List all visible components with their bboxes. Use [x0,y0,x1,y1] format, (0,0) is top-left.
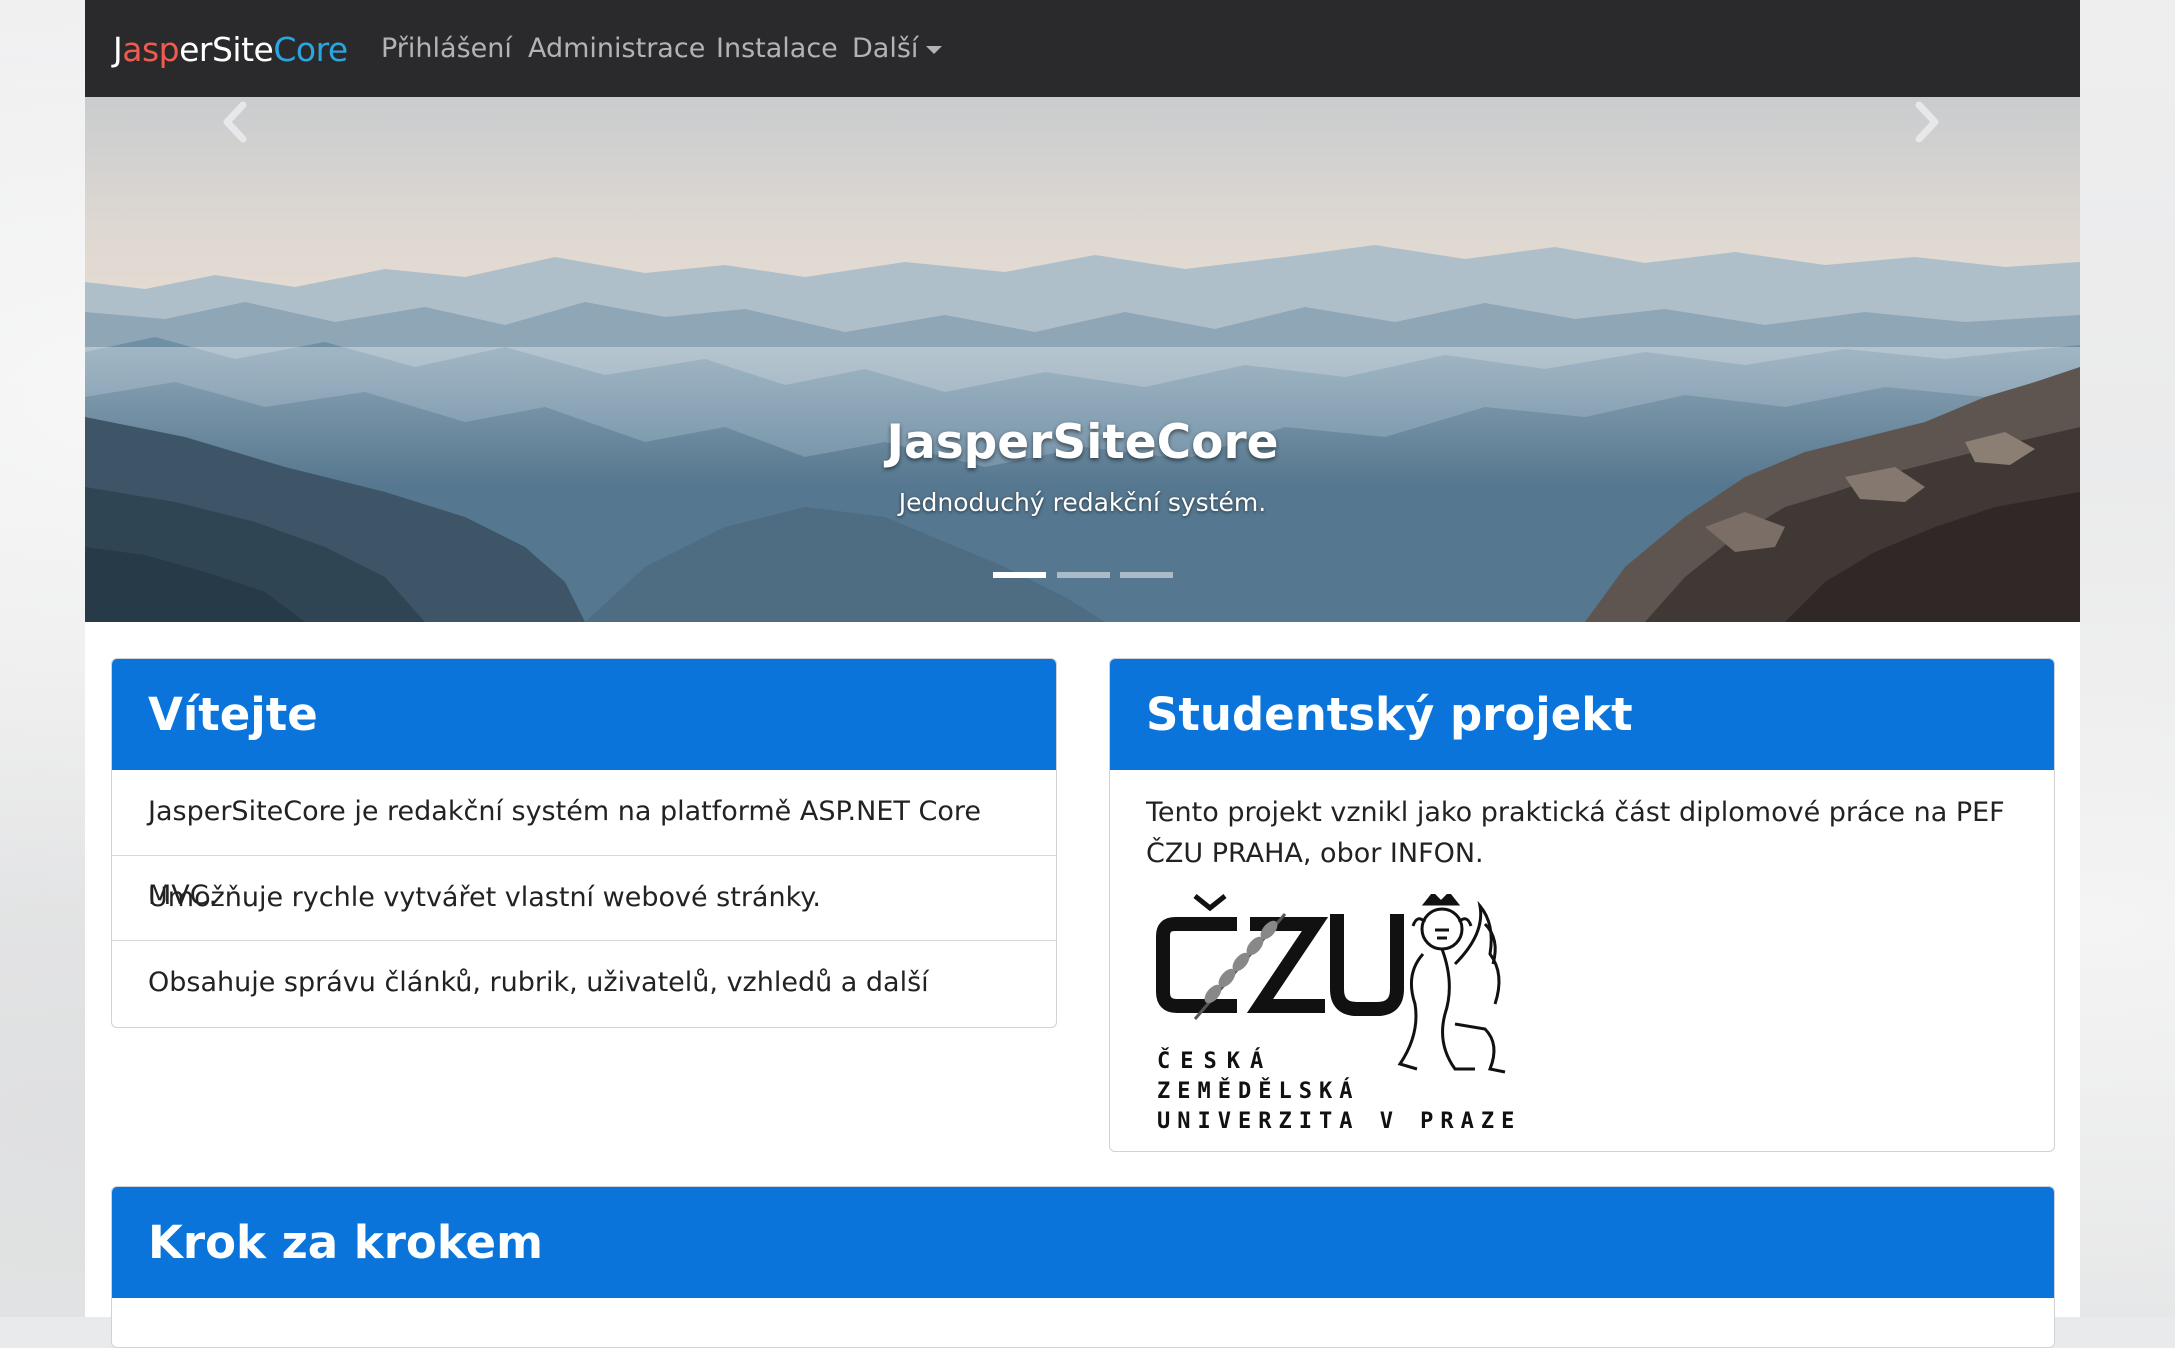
student-project-text: Tento projekt vznikl jako praktická část… [1146,797,2005,869]
welcome-list-item: Umožňuje rychle vytvářet vlastní webové … [112,855,1056,940]
czu-logo-u [1330,914,1404,1016]
hero-carousel: JasperSiteCore Jednoduchý redakční systé… [85,97,2080,622]
carousel-slide-image [85,97,2080,622]
welcome-panel-title: Vítejte [112,659,1056,770]
welcome-list-item: Obsahuje správu článků, rubrik, uživatel… [112,940,1056,1025]
carousel-title: JasperSiteCore [886,415,1279,470]
brand-part: J [113,30,123,69]
student-project-title: Studentský projekt [1110,659,2054,770]
czu-logo-hacek [1193,894,1227,912]
student-project-panel: Studentský projekt Tento projekt vznikl … [1109,658,2055,1152]
page-container: JasperSiteCore Přihlášení Administrace I… [85,0,2080,1348]
czu-logo-text-line3: UNIVERZITA V PRAZE [1157,1109,1521,1134]
czu-logo-text-line1: ČESKÁ [1157,1048,1273,1074]
brand-logo[interactable]: JasperSiteCore [113,30,348,70]
czu-logo-c [1156,917,1237,1013]
brand-part: Core [273,30,348,69]
nav-item-login[interactable]: Přihlášení [381,32,512,66]
czu-logo-text-line2: ZEMĚDĚLSKÁ [1157,1078,1359,1104]
navbar: JasperSiteCore Přihlášení Administrace I… [85,0,2080,97]
steps-panel-title: Krok za krokem [112,1187,2054,1298]
carousel-indicator-1[interactable] [993,572,1046,578]
carousel-subtitle: Jednoduchý redakční systém. [898,488,1267,517]
chevron-right-icon[interactable] [1907,97,1947,147]
lion-emblem-icon [1397,894,1506,1074]
nav-item-installation[interactable]: Instalace [716,32,838,66]
carousel-indicator-3[interactable] [1120,572,1173,578]
caret-down-icon [926,45,943,54]
nav-item-more-label: Další [852,33,919,64]
czu-logo: ČESKÁ ZEMĚDĚLSKÁ UNIVERZITA V PRAZE [1156,894,1521,1134]
chevron-left-icon[interactable] [215,97,255,147]
welcome-list-item: JasperSiteCore je redakční systém na pla… [148,796,981,911]
brand-part: erSite [179,30,274,69]
steps-panel: Krok za krokem [111,1186,2055,1348]
carousel-indicator-2[interactable] [1057,572,1110,578]
nav-item-administration[interactable]: Administrace [528,32,705,66]
nav-item-more-dropdown[interactable]: Další [852,32,943,66]
brand-part: asp [122,30,180,69]
welcome-panel: Vítejte JasperSiteCore je redakční systé… [111,658,1057,1028]
